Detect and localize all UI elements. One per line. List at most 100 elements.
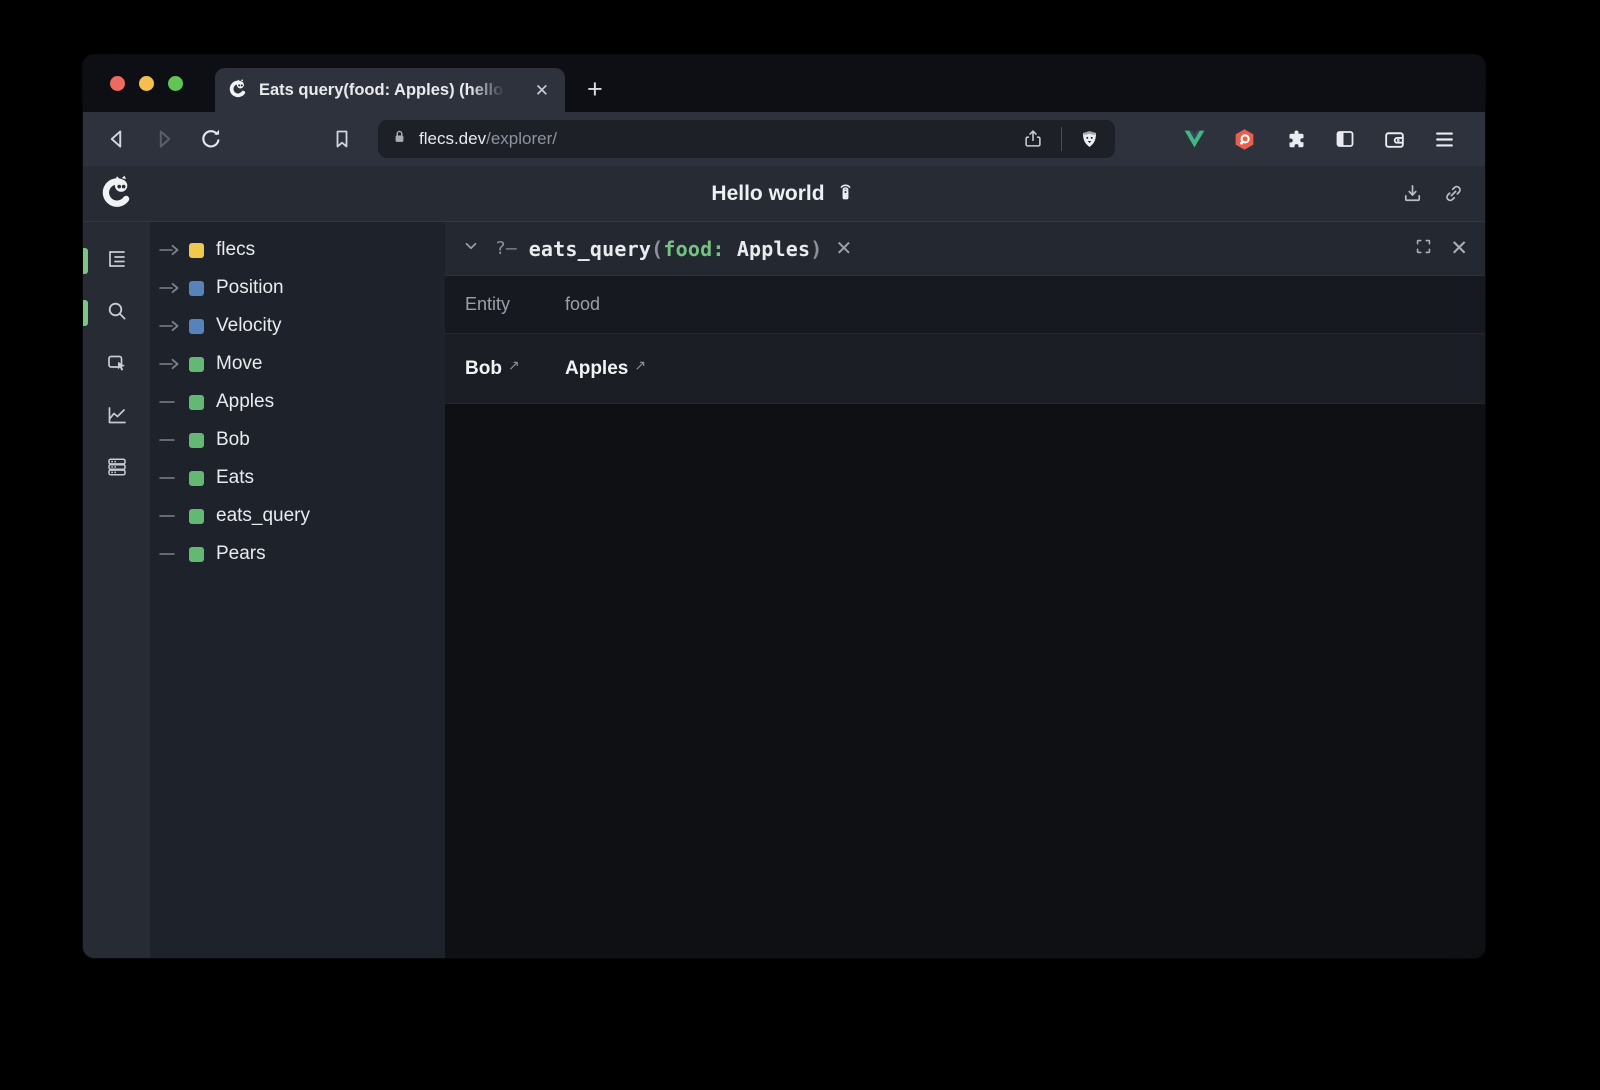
entity-color-square bbox=[189, 319, 204, 334]
bookmark-button[interactable] bbox=[328, 125, 356, 153]
forward-button[interactable] bbox=[150, 125, 178, 153]
copy-link-icon[interactable] bbox=[1441, 182, 1465, 206]
query-segment: food bbox=[663, 237, 712, 261]
tree-item[interactable]: Position bbox=[150, 269, 445, 307]
cell-text: Bob bbox=[465, 358, 502, 380]
browser-tab[interactable]: Eats query(food: Apples) (hello ✕ bbox=[215, 68, 565, 112]
entity-color-square bbox=[189, 509, 204, 524]
url-domain: flecs.dev bbox=[419, 129, 486, 148]
tree-item-label: Bob bbox=[216, 429, 250, 451]
url-bar[interactable]: flecs.dev/explorer/ bbox=[378, 120, 1115, 158]
tree-item-label: eats_query bbox=[216, 505, 310, 527]
result-table-header: Entityfood bbox=[445, 276, 1485, 334]
close-window-button[interactable] bbox=[110, 76, 125, 91]
leaf-dash-icon bbox=[159, 471, 185, 485]
expand-arrow-icon[interactable] bbox=[159, 281, 185, 295]
urlbar-separator bbox=[1061, 127, 1063, 151]
leaf-dash-icon bbox=[159, 433, 185, 447]
query-panel-empty-area bbox=[445, 404, 1485, 958]
tree-item-label: Eats bbox=[216, 467, 254, 489]
entity-link[interactable]: Bob ↗ bbox=[465, 358, 565, 380]
stats-chart-icon bbox=[105, 403, 129, 432]
tab-strip: Eats query(food: Apples) (hello ✕ + bbox=[83, 55, 1485, 112]
expand-arrow-icon[interactable] bbox=[159, 243, 185, 257]
world-title: Hello world bbox=[711, 182, 824, 206]
lock-icon bbox=[391, 128, 408, 150]
tree-view-icon bbox=[105, 247, 129, 276]
tree-item-label: Velocity bbox=[216, 315, 281, 337]
tree-item[interactable]: Apples bbox=[150, 383, 445, 421]
leaf-dash-icon bbox=[159, 547, 185, 561]
page-header: Hello world bbox=[83, 166, 1485, 222]
browser-window: Eats query(food: Apples) (hello ✕ + flec… bbox=[83, 55, 1485, 958]
new-tab-button[interactable]: + bbox=[587, 76, 603, 103]
url-text: flecs.dev/explorer/ bbox=[419, 129, 557, 149]
chevron-down-icon[interactable] bbox=[462, 237, 480, 260]
query-header: ?– eats_query(food: Apples) ✕ ✕ bbox=[445, 222, 1485, 276]
remote-connection-icon[interactable] bbox=[835, 180, 857, 207]
query-expression[interactable]: eats_query(food: Apples) bbox=[529, 237, 823, 261]
download-icon[interactable] bbox=[1400, 182, 1424, 206]
entity-color-square bbox=[189, 395, 204, 410]
tree-item-label: Pears bbox=[216, 543, 266, 565]
tree-item-label: Move bbox=[216, 353, 262, 375]
activity-inspect-button[interactable] bbox=[83, 339, 150, 391]
table-row: Bob ↗ Apples↗ bbox=[445, 334, 1485, 404]
query-segment: eats_query bbox=[529, 237, 651, 261]
extensions-puzzle-icon[interactable] bbox=[1282, 127, 1307, 152]
back-button[interactable] bbox=[103, 125, 131, 153]
expand-arrow-icon[interactable] bbox=[159, 319, 185, 333]
zoom-window-button[interactable] bbox=[168, 76, 183, 91]
brave-shield-icon[interactable] bbox=[1077, 127, 1102, 152]
menu-icon[interactable] bbox=[1432, 127, 1457, 152]
entity-color-square bbox=[189, 471, 204, 486]
tree-item[interactable]: Eats bbox=[150, 459, 445, 497]
content-area: flecs Position Velocity Move Apples Bob Eats ea… bbox=[83, 222, 1485, 958]
entity-color-square bbox=[189, 357, 204, 372]
reload-button[interactable] bbox=[197, 125, 225, 153]
tree-item[interactable]: eats_query bbox=[150, 497, 445, 535]
tree-item[interactable]: Bob bbox=[150, 421, 445, 459]
tree-item[interactable]: flecs bbox=[150, 231, 445, 269]
vue-devtools-icon[interactable] bbox=[1182, 127, 1207, 152]
tree-item[interactable]: Velocity bbox=[150, 307, 445, 345]
flecs-favicon-icon bbox=[227, 77, 249, 104]
external-link-arrow-icon: ↗ bbox=[508, 357, 520, 374]
activity-query-button[interactable] bbox=[83, 287, 150, 339]
tree-item-label: flecs bbox=[216, 239, 255, 261]
entity-tree: flecs Position Velocity Move Apples Bob Eats ea… bbox=[150, 222, 445, 958]
sidebar-toggle-icon[interactable] bbox=[1332, 127, 1357, 152]
activity-bar bbox=[83, 222, 150, 958]
result-table-body: Bob ↗ Apples↗ bbox=[445, 334, 1485, 404]
wallet-icon[interactable] bbox=[1382, 127, 1407, 152]
leaf-dash-icon bbox=[159, 395, 185, 409]
expand-arrow-icon[interactable] bbox=[159, 357, 185, 371]
tab-close-icon[interactable]: ✕ bbox=[531, 80, 553, 101]
data-records-icon bbox=[105, 455, 129, 484]
tree-item[interactable]: Pears bbox=[150, 535, 445, 573]
activity-tree-button[interactable] bbox=[83, 235, 150, 287]
url-path: /explorer/ bbox=[486, 129, 557, 148]
query-segment: : bbox=[712, 237, 724, 261]
panel-close-icon[interactable]: ✕ bbox=[1450, 238, 1468, 259]
page-header-actions bbox=[1400, 182, 1465, 206]
traffic-lights bbox=[110, 55, 183, 112]
entity-color-square bbox=[189, 281, 204, 296]
query-search-icon bbox=[105, 299, 129, 328]
minimize-window-button[interactable] bbox=[139, 76, 154, 91]
extension-hexagon-icon[interactable] bbox=[1232, 127, 1257, 152]
share-icon[interactable] bbox=[1021, 127, 1046, 152]
flecs-logo-icon[interactable] bbox=[98, 172, 136, 215]
tree-item[interactable]: Move bbox=[150, 345, 445, 383]
entity-color-square bbox=[189, 243, 204, 258]
column-header: food bbox=[565, 294, 600, 315]
activity-stats-button[interactable] bbox=[83, 391, 150, 443]
query-panel: ?– eats_query(food: Apples) ✕ ✕ Entityfo… bbox=[445, 222, 1485, 958]
activity-data-button[interactable] bbox=[83, 443, 150, 495]
fullscreen-icon[interactable] bbox=[1414, 237, 1433, 261]
entity-link[interactable]: Apples↗ bbox=[565, 358, 646, 380]
query-segment: ( bbox=[651, 237, 663, 261]
query-segment: ) bbox=[810, 237, 822, 261]
entity-color-square bbox=[189, 547, 204, 562]
query-clear-icon[interactable]: ✕ bbox=[836, 239, 853, 259]
